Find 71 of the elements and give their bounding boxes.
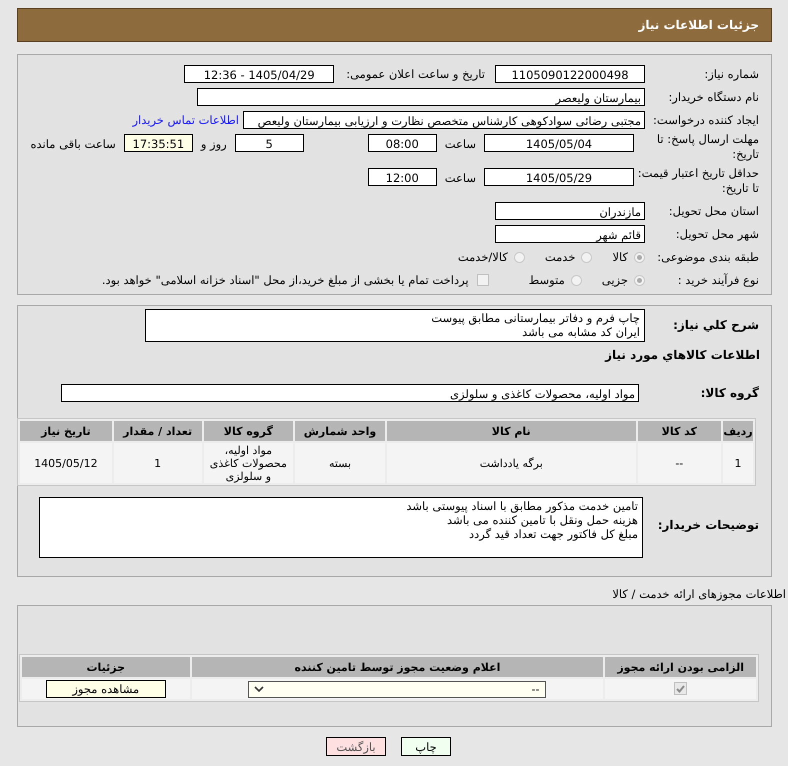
time-field: 12:00 [368,168,437,186]
status-dropdown[interactable]: -- [248,680,546,698]
field-label: ایجاد کننده درخواست: [652,113,760,127]
column-header: کد کالا [638,421,722,441]
field-label: نوع فرآیند خرید : [676,273,760,287]
table-cell: 1 [723,443,753,483]
field-label: شهر محل تحویل: [674,227,760,241]
field-label: توضیحات خریدار: [656,518,760,532]
table-cell: مواد اولیه، محصولات کاغذی و سلولزی [204,443,294,483]
radio-button[interactable] [570,274,582,286]
column-header: گروه کالا [204,421,294,441]
radio-button[interactable] [514,252,525,262]
days-label: روز و [200,137,227,151]
print-button[interactable]: چاپ [401,737,451,756]
remaining-time-field: 17:35:51 [124,134,193,152]
requester-field: مجتبی رضائی سوادکوهی کارشناس متخصص نظارت و ارزیابی بیمارستان ولیعص [243,111,645,129]
column-header: جزئیات [22,657,190,677]
remaining-label: ساعت باقی مانده [30,137,116,151]
field-label: شرح کلي نياز: [672,318,760,332]
section-heading: اطلاعات مجوزهای ارائه خدمت / کالا [611,587,786,601]
description-textarea[interactable]: چاپ فرم و دفاتر بیمارستانی مطابق پیوست ایران کد مشابه می باشد [145,308,645,342]
field-label: استان محل تحویل: [668,204,760,218]
field-label: طبقه بندی موضوعی: [656,250,760,264]
radio-label: کالا/خدمت [458,250,508,264]
caret-icon [254,686,264,692]
radio-label: خدمت [544,250,576,264]
column-header: ردیف [723,421,753,441]
column-header: الزامی بودن ارائه مجوز [605,657,756,677]
field-label: مهلت ارسال پاسخ: تا تاریخ: [656,132,760,162]
table-cell: 1405/05/12 [20,443,112,483]
checkbox-label: پرداخت تمام یا بخشی از مبلغ خرید،از محل "اسناد خزانه اسلامی" خواهد بود. [102,273,469,287]
section-heading: اطلاعات کالاهاي مورد نياز [604,348,761,364]
days-field: 5 [234,134,304,152]
table-cell: -- [638,443,722,483]
buyer-org-field: بیمارستان ولیعصر [197,88,645,106]
radio-button[interactable] [581,252,592,262]
field-label: نام دستگاه خریدار: [667,90,760,104]
radio-label: متوسط [528,273,565,287]
table-cell: 1 [114,443,202,483]
buyer-notes-textarea[interactable]: تامین خدمت مذکور مطابق با اسناد پیوستی باشد هزینه حمل ونقل با تامین کننده می باشد مبلغ کل فاکتور جهت تعداد قید گردد [39,496,643,558]
field-label: تاریخ و ساعت اعلان عمومی: [346,67,485,81]
field-label: شماره نیاز: [703,67,760,81]
radio-label: کالا [612,250,628,264]
column-header: تاریخ نیاز [20,421,112,441]
back-button[interactable]: بازگشت [326,737,386,756]
time-field: 08:00 [368,134,437,152]
radio-label: جزیی [602,273,628,287]
view-permit-button[interactable]: مشاهده مجوز [46,680,166,698]
checkbox[interactable] [674,682,688,694]
time-label: ساعت [444,171,476,185]
need-number-field: 1105090122000498 [495,65,645,83]
radio-button[interactable] [634,252,645,262]
table-cell: برگه یادداشت [386,443,636,483]
goods-group-field: مواد اولیه، محصولات کاغذی و سلولزی [61,384,639,402]
page-title: جزئیات اطلاعات نیاز [638,18,759,32]
city-field: قائم شهر [495,225,645,243]
checkbox[interactable] [476,274,489,286]
column-header: تعداد / مقدار [114,421,202,441]
column-header: نام کالا [386,421,636,441]
column-header: اعلام وضعیت مجوز توسط تامین کننده [192,657,604,677]
announce-date-field: 1405/04/29 - 12:36 [184,65,334,83]
field-label: حداقل تاریخ اعتبار قیمت: تا تاریخ: [636,166,760,196]
time-label: ساعت [444,137,476,151]
province-field: مازندران [495,202,645,220]
field-label: گروه کالا: [700,386,760,400]
buyer-contact-link[interactable]: اطلاعات تماس خریدار [132,113,239,127]
radio-button[interactable] [634,274,645,286]
column-header: واحد شمارش [295,421,385,441]
table-cell: بسته [295,443,385,483]
date-field: 1405/05/04 [484,134,634,152]
date-field: 1405/05/29 [484,168,634,186]
